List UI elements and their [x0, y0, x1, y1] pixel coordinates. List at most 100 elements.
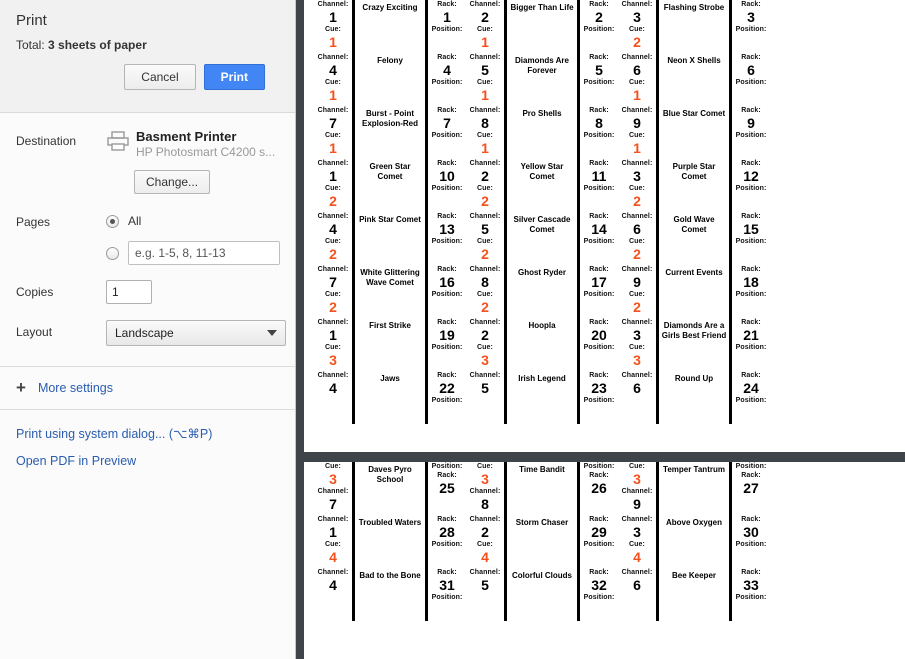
cue-label: Cue: — [629, 463, 645, 470]
destination-label: Destination — [16, 134, 77, 148]
cue-label: Cue: — [325, 26, 341, 33]
channel-cue-cell: Channel: 3 Cue: 4 — [618, 515, 656, 568]
channel-value: 3 — [633, 524, 641, 540]
rack-value: 22 — [439, 380, 455, 396]
item-name-cell: Diamonds Are Forever — [504, 53, 580, 106]
channel-label: Channel: — [621, 372, 653, 379]
cancel-button[interactable]: Cancel — [124, 64, 196, 90]
rack-label: Rack: — [741, 472, 761, 479]
rack-position-cell: Rack: 29 Position: — [580, 515, 618, 568]
channel-cue-cell: Channel: 4 — [314, 568, 352, 621]
item-block: Cue: 3 Channel: 7 Daves Pyro School Position:… — [314, 462, 466, 515]
cue-label: Cue: — [477, 185, 493, 192]
rack-value: 31 — [439, 577, 455, 593]
cue-label: Cue: — [477, 463, 493, 470]
layout-row: Layout Landscape — [0, 320, 295, 346]
pages-range-radio[interactable] — [106, 246, 119, 260]
print-system-dialog-link[interactable]: Print using system dialog... (⌥⌘P) — [16, 426, 279, 441]
print-button[interactable]: Print — [203, 64, 265, 90]
cue-value: 1 — [633, 87, 641, 103]
item-name: Ghost Ryder — [517, 268, 566, 277]
channel-value: 5 — [481, 221, 489, 237]
print-preview-area[interactable]: Channel: 1 Cue: 1 Crazy Exciting Rack: 1 Positi… — [296, 0, 905, 659]
channel-value: 1 — [329, 524, 337, 540]
table-row: Channel: 1 Cue: 1 Crazy Exciting Rack: 1 Positi… — [314, 0, 786, 53]
rack-position-cell: Rack: 23 Position: — [580, 371, 618, 424]
channel-value: 9 — [633, 115, 641, 131]
channel-value: 1 — [329, 168, 337, 184]
channel-label: Channel: — [469, 516, 501, 523]
preview-page-2: Cue: 3 Channel: 7 Daves Pyro School Position:… — [304, 462, 905, 659]
cue-value: 1 — [481, 34, 489, 50]
item-name: Felony — [377, 56, 403, 65]
item-name: Current Events — [665, 268, 723, 277]
item-name-cell: Troubled Waters — [352, 515, 428, 568]
item-name: Yellow Star Comet — [520, 162, 564, 181]
rack-value: 27 — [743, 480, 759, 496]
rack-value: 21 — [743, 327, 759, 343]
item-name-cell: Green Star Comet — [352, 159, 428, 212]
pages-range-input[interactable] — [128, 241, 280, 265]
item-block: Channel: 8 Cue: 2 Ghost Ryder Rack: 17 Position… — [466, 265, 618, 318]
rack-value: 5 — [595, 62, 603, 78]
pages-range-option[interactable] — [106, 241, 280, 265]
rack-label: Rack: — [437, 319, 457, 326]
item-block: Channel: 6 Round Up Rack: 24 Position: — [618, 371, 770, 424]
item-name: Green Star Comet — [369, 162, 411, 181]
position-label: Position: — [583, 291, 615, 298]
rack-value: 13 — [439, 221, 455, 237]
rack-position-cell: Rack: 3 Position: — [732, 0, 770, 53]
rack-position-cell: Rack: 24 Position: — [732, 371, 770, 424]
rack-position-cell: Rack: 4 Position: — [428, 53, 466, 106]
item-name-cell: Yellow Star Comet — [504, 159, 580, 212]
position-label: Position: — [431, 541, 463, 548]
rack-position-cell: Position: Rack: 27 — [732, 462, 770, 515]
layout-select[interactable]: Landscape — [106, 320, 286, 346]
table-row: Channel: 4 Bad to the Bone Rack: 31 Position:… — [314, 568, 786, 621]
item-name-cell: Burst - Point Explosion-Red — [352, 106, 428, 159]
item-name-cell: Diamonds Are a Girls Best Friend — [656, 318, 732, 371]
rack-value: 19 — [439, 327, 455, 343]
channel-cue-cell: Channel: 6 Cue: 1 — [618, 53, 656, 106]
channel-cue-cell: Channel: 1 Cue: 3 — [314, 318, 352, 371]
item-name: Time Bandit — [519, 465, 565, 474]
item-name-cell: Above Oxygen — [656, 515, 732, 568]
channel-value: 2 — [481, 9, 489, 25]
channel-value: 8 — [481, 496, 489, 512]
channel-cue-cell: Channel: 3 Cue: 2 — [618, 159, 656, 212]
cue-value: 3 — [329, 471, 337, 487]
channel-value: 3 — [633, 9, 641, 25]
item-name-cell: Jaws — [352, 371, 428, 424]
channel-value: 4 — [329, 380, 337, 396]
rack-position-cell: Rack: 12 Position: — [732, 159, 770, 212]
pages-all-option[interactable]: All — [106, 210, 280, 232]
channel-value: 5 — [481, 62, 489, 78]
channel-label: Channel: — [621, 1, 653, 8]
item-name-cell: Time Bandit — [504, 462, 580, 515]
printer-name: Basment Printer — [136, 129, 237, 144]
change-destination-button[interactable]: Change... — [134, 170, 211, 194]
channel-label: Channel: — [317, 516, 349, 523]
open-pdf-preview-link[interactable]: Open PDF in Preview — [16, 454, 279, 468]
item-name-cell: Ghost Ryder — [504, 265, 580, 318]
item-name-cell: Felony — [352, 53, 428, 106]
channel-cue-cell: Cue: 3 Channel: 9 — [618, 462, 656, 515]
rack-position-cell: Rack: 15 Position: — [732, 212, 770, 265]
item-name-cell: Silver Cascade Comet — [504, 212, 580, 265]
channel-label: Channel: — [621, 160, 653, 167]
item-name: Pink Star Comet — [359, 215, 421, 224]
channel-label: Channel: — [621, 516, 653, 523]
item-name-cell: Round Up — [656, 371, 732, 424]
cue-label: Cue: — [325, 185, 341, 192]
copies-input[interactable] — [106, 280, 152, 304]
item-block: Channel: 5 Colorful Clouds Rack: 32 Position: — [466, 568, 618, 621]
pages-all-radio[interactable] — [106, 214, 119, 228]
more-settings-button[interactable]: + More settings — [0, 367, 295, 410]
page-1-content: Channel: 1 Cue: 1 Crazy Exciting Rack: 1 Positi… — [314, 0, 786, 424]
print-dialog-header: Print Total: 3 sheets of paper Cancel Pr… — [0, 0, 295, 113]
rack-label: Rack: — [589, 516, 609, 523]
channel-value: 6 — [633, 577, 641, 593]
rack-label: Rack: — [437, 213, 457, 220]
rack-value: 28 — [439, 524, 455, 540]
rack-position-cell: Rack: 22 Position: — [428, 371, 466, 424]
